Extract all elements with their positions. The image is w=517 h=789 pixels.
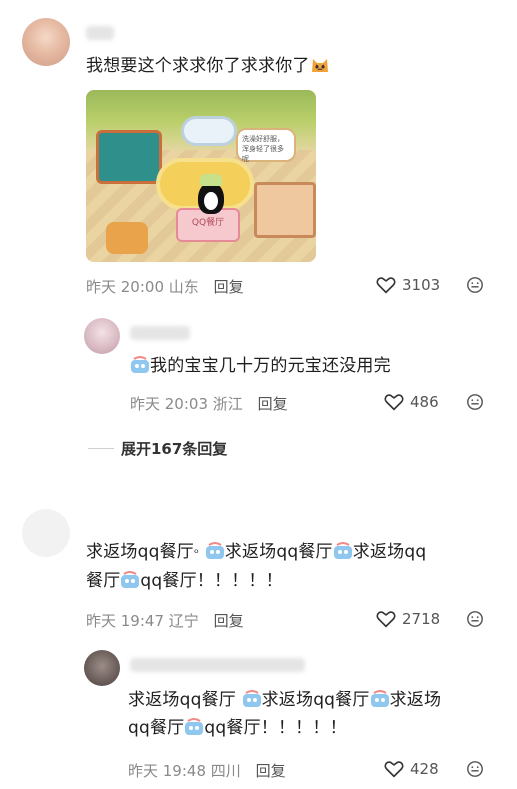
heart-icon <box>384 761 404 778</box>
reply-like-button[interactable]: 428 <box>384 760 439 778</box>
reply-avatar[interactable] <box>84 318 120 354</box>
reply-reply-button[interactable]: 回复 <box>256 762 286 780</box>
reply-text: 求返场qq餐厅 求返场qq餐厅 求返场 qq餐厅 qq餐厅！！！！！ <box>128 690 442 738</box>
reply-meta: 昨天 19:48 四川 回复 <box>128 760 286 781</box>
crying-emoji-icon <box>121 571 140 588</box>
like-button[interactable]: 3103 <box>376 276 440 294</box>
comment-time: 昨天 20:00 <box>86 278 164 296</box>
heart-icon <box>376 277 396 294</box>
crying-emoji-icon <box>205 542 224 559</box>
avatar[interactable] <box>22 18 70 66</box>
username-blurred[interactable] <box>86 26 114 40</box>
like-button[interactable]: 2718 <box>376 610 440 628</box>
reply-meta: 昨天 20:03 浙江 回复 <box>130 393 288 414</box>
penguin-hat <box>200 174 222 186</box>
crying-emoji-icon <box>242 690 261 707</box>
heart-icon <box>376 611 396 628</box>
reply-button[interactable]: 回复 <box>214 612 244 630</box>
reply-like-count: 486 <box>410 393 439 411</box>
game-bathtub <box>181 116 237 146</box>
avatar[interactable] <box>22 509 70 557</box>
expand-replies-link[interactable]: 展开167条回复 <box>121 438 227 459</box>
reply-button[interactable]: 回复 <box>214 278 244 296</box>
reply-avatar[interactable] <box>84 650 120 686</box>
crying-emoji-icon <box>333 542 352 559</box>
comment-location: 辽宁 <box>168 612 199 630</box>
crying-emoji-icon <box>370 690 389 707</box>
game-sofa <box>106 222 148 254</box>
search-link-icon[interactable]: ᵒ <box>194 546 199 560</box>
emoji-react-icon[interactable] <box>466 610 484 628</box>
heart-icon <box>384 394 404 411</box>
reply-like-count: 428 <box>410 760 439 778</box>
reply-username-blurred[interactable] <box>130 658 305 672</box>
reply-text: 我的宝宝几十万的元宝还没用完 <box>130 352 391 380</box>
game-bed <box>96 130 162 184</box>
like-count: 3103 <box>402 276 441 294</box>
emoji-react-icon[interactable] <box>466 760 484 778</box>
comment-text: 我想要这个求求你了求求你了 <box>86 52 330 80</box>
game-speech-bubble: 洗澡好舒服，浑身轻了很多呢 <box>236 128 296 163</box>
comment-location: 山东 <box>168 278 199 296</box>
game-screenshot-image[interactable]: 洗澡好舒服，浑身轻了很多呢 QQ餐厅 <box>86 90 316 262</box>
reply-location: 浙江 <box>212 395 243 413</box>
expand-divider <box>88 448 114 449</box>
reply-username-blurred[interactable] <box>130 326 190 340</box>
comment-text: 求返场qq餐厅ᵒ 求返场qq餐厅 求返场qq 餐厅 qq餐厅！！！！！ <box>86 542 427 591</box>
game-shelf <box>254 182 316 238</box>
reply-like-button[interactable]: 486 <box>384 393 439 411</box>
like-count: 2718 <box>402 610 441 628</box>
angry-cat-emoji-icon <box>311 59 328 72</box>
reply-time: 昨天 19:48 <box>128 762 206 780</box>
crying-emoji-icon <box>131 356 149 373</box>
penguin-character <box>198 182 224 214</box>
reply-reply-button[interactable]: 回复 <box>258 395 288 413</box>
crying-emoji-icon <box>185 718 204 735</box>
comment-time: 昨天 19:47 <box>86 612 164 630</box>
reply-time: 昨天 20:03 <box>130 395 208 413</box>
comment-meta: 昨天 19:47 辽宁 回复 <box>86 610 244 631</box>
reply-location: 四川 <box>210 762 241 780</box>
emoji-react-icon[interactable] <box>466 393 484 411</box>
comment-meta: 昨天 20:00 山东 回复 <box>86 276 244 297</box>
emoji-react-icon[interactable] <box>466 276 484 294</box>
